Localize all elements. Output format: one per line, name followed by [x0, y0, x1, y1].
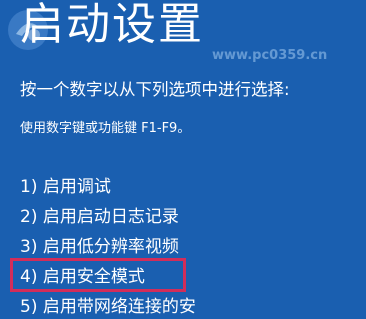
startup-options-list: 1) 启用调试 2) 启用启动日志记录 3) 启用低分辨率视频 4) 启用安全模…	[20, 172, 196, 319]
option-enable-safe-mode[interactable]: 4) 启用安全模式	[20, 262, 196, 292]
startup-settings-screen: 启动设置 www.pc0359.cn 按一个数字以从下列选项中进行选择: 使用数…	[0, 0, 366, 319]
option-enable-low-resolution-video[interactable]: 3) 启用低分辨率视频	[20, 232, 196, 262]
watermark-url: www.pc0359.cn	[212, 48, 328, 63]
watermark-text	[138, 14, 145, 35]
option-enable-debugging[interactable]: 1) 启用调试	[20, 172, 196, 202]
page-title: 启动设置	[20, 0, 204, 50]
option-enable-boot-logging[interactable]: 2) 启用启动日志记录	[20, 202, 196, 232]
option-enable-safe-mode-networking[interactable]: 5) 启用带网络连接的安	[20, 292, 196, 319]
key-hint: 使用数字键或功能键 F1-F9。	[20, 121, 191, 136]
instruction-prompt: 按一个数字以从下列选项中进行选择:	[20, 80, 290, 99]
